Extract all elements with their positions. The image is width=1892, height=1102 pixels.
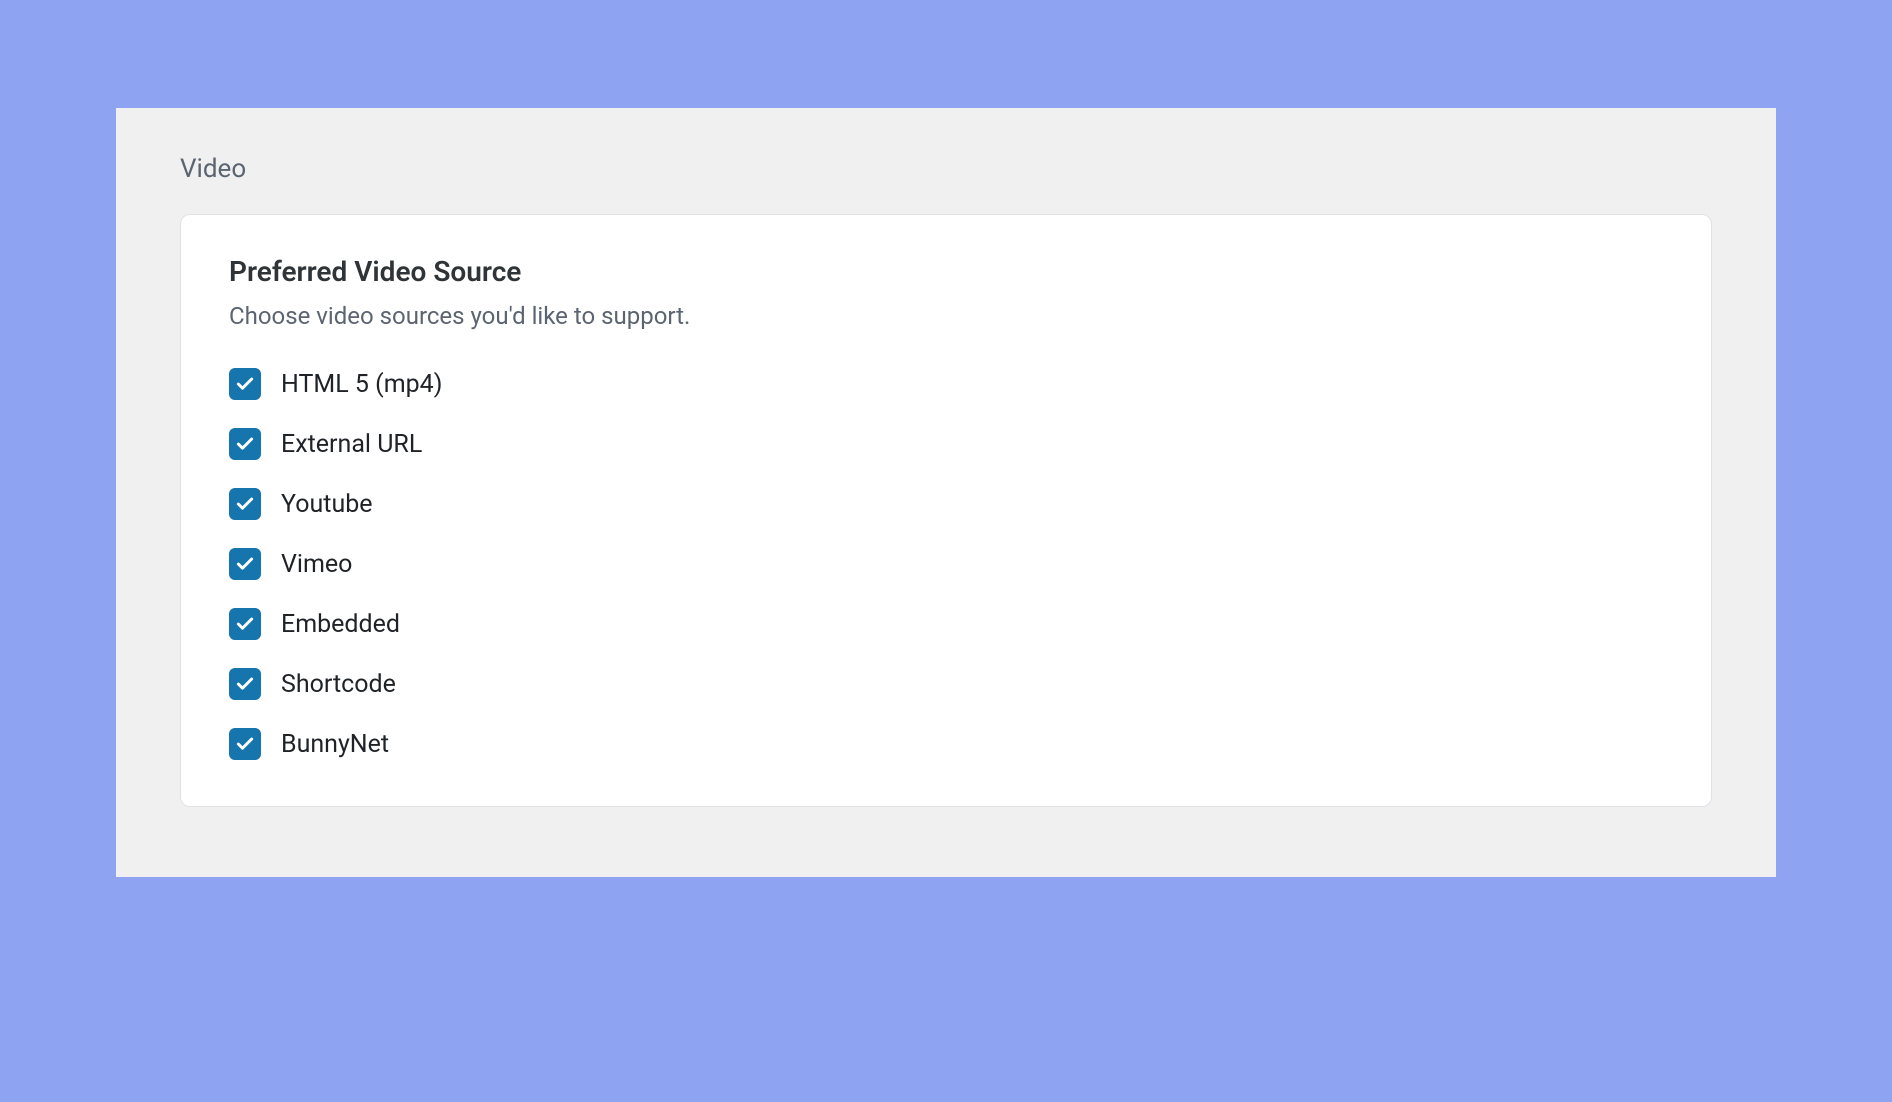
checkbox-embedded[interactable] [229,608,261,640]
check-icon [235,614,255,634]
check-icon [235,434,255,454]
options-list: HTML 5 (mp4) External URL Youtube Vimeo [229,368,1663,760]
checkbox-bunnynet[interactable] [229,728,261,760]
option-label: Youtube [281,490,373,519]
check-icon [235,494,255,514]
check-icon [235,674,255,694]
option-shortcode: Shortcode [229,668,1663,700]
option-label: HTML 5 (mp4) [281,370,442,399]
settings-panel: Video Preferred Video Source Choose vide… [116,108,1776,877]
option-youtube: Youtube [229,488,1663,520]
checkbox-youtube[interactable] [229,488,261,520]
option-label: External URL [281,430,422,459]
checkbox-vimeo[interactable] [229,548,261,580]
check-icon [235,554,255,574]
check-icon [235,734,255,754]
card-title: Preferred Video Source [229,255,1663,288]
option-embedded: Embedded [229,608,1663,640]
section-label: Video [180,154,1712,184]
option-label: Shortcode [281,670,396,699]
option-html5: HTML 5 (mp4) [229,368,1663,400]
option-external: External URL [229,428,1663,460]
option-label: Vimeo [281,550,352,579]
option-vimeo: Vimeo [229,548,1663,580]
video-source-card: Preferred Video Source Choose video sour… [180,214,1712,807]
checkbox-shortcode[interactable] [229,668,261,700]
card-description: Choose video sources you'd like to suppo… [229,302,1663,330]
checkbox-html5[interactable] [229,368,261,400]
option-label: Embedded [281,610,400,639]
option-label: BunnyNet [281,730,389,759]
check-icon [235,374,255,394]
checkbox-external[interactable] [229,428,261,460]
option-bunnynet: BunnyNet [229,728,1663,760]
